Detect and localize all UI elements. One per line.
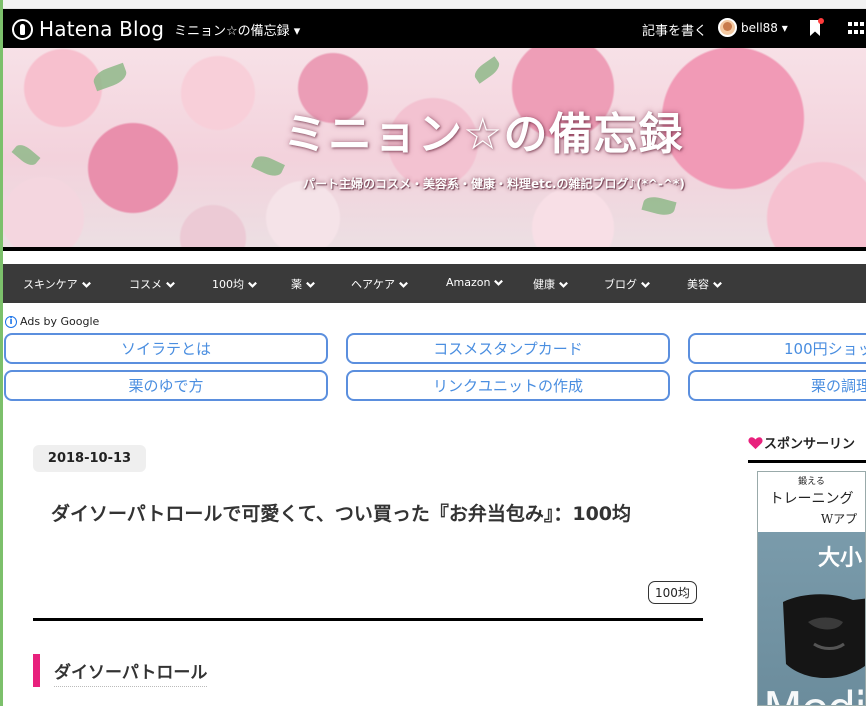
ad-link-soy-latte[interactable]: ソイラテとは (4, 333, 328, 364)
heart-icon (748, 436, 763, 449)
chevron-down-icon (494, 279, 504, 286)
nav-item-blog[interactable]: ブログ (604, 276, 651, 292)
apps-grid-icon[interactable] (848, 22, 866, 36)
ad-text-line2: トレーニング (769, 491, 854, 507)
nav-item-label: 健康 (533, 278, 555, 291)
nav-item-haircare[interactable]: ヘアケア (351, 276, 409, 292)
hatena-logo-text: Hatena Blog (39, 17, 165, 41)
ad-banner-image: 大小 Medi (758, 532, 865, 705)
ad-brand-text: Medi (763, 682, 865, 705)
sidebar-heading-divider (748, 460, 866, 463)
blog-header-banner: ミニョン☆の備忘録 パート主婦のコスメ・美容系・健康・料理etc.の雑記ブログ♪… (3, 48, 866, 248)
chevron-down-icon (248, 281, 257, 288)
ads-label-text: Ads by Google (20, 315, 100, 328)
chevron-down-icon (559, 281, 568, 288)
sidebar-sponsor-heading: スポンサーリン (748, 433, 855, 452)
article-title[interactable]: ダイソーパトロールで可愛くて、つい買った『お弁当包み』：100均 (51, 500, 681, 529)
ad-link-link-unit[interactable]: リンクユニットの作成 (346, 370, 670, 401)
leaf-decoration (471, 56, 503, 84)
nav-item-label: コスメ (129, 278, 162, 291)
ad-banner-header: 鍛える トレーニング Wアプ (758, 472, 865, 532)
nav-item-label: ブログ (604, 278, 637, 291)
hatena-blog-logo[interactable]: Hatena Blog (12, 17, 164, 41)
leaf-decoration (641, 194, 677, 218)
leaf-decoration (90, 62, 130, 92)
article-title-divider (33, 618, 703, 621)
ads-by-google-label[interactable]: i Ads by Google (5, 315, 99, 328)
ad-link-cosme-stamp-card[interactable]: コスメスタンプカード (346, 333, 670, 364)
chevron-down-icon (641, 281, 650, 288)
sidebar-heading-text: スポンサーリン (764, 437, 856, 452)
nav-item-label: スキンケア (23, 278, 78, 291)
blog-title[interactable]: ミニョン☆の備忘録 (283, 98, 683, 162)
leaf-decoration (11, 141, 41, 169)
category-nav: スキンケア コスメ 100均 薬 ヘアケア Amazon 健康 ブログ 美容 (3, 264, 866, 303)
leaf-decoration (251, 152, 285, 180)
page: { "hatena_bar": { "logo_text": "Hatena B… (0, 0, 866, 706)
avatar (718, 18, 737, 37)
nav-item-100kin[interactable]: 100均 (212, 276, 258, 292)
nav-item-beauty[interactable]: 美容 (687, 276, 723, 292)
write-article-link[interactable]: 記事を書く (642, 20, 707, 39)
nav-item-label: 100均 (212, 278, 244, 291)
ad-text-line1: 鍛える (798, 477, 825, 487)
notification-badge (818, 18, 824, 24)
chevron-down-icon (306, 281, 315, 288)
ad-link-chestnut-boiling[interactable]: 栗のゆで方 (4, 370, 328, 401)
blog-description: パート主婦のコスメ・美容系・健康・料理etc.の雑記ブログ♪(*^-^*) (303, 177, 685, 191)
chevron-down-icon (399, 281, 408, 288)
ad-link-100yen-shop[interactable]: 100円ショッ (688, 333, 866, 364)
ad-link-chestnut-cooking[interactable]: 栗の調理 (688, 370, 866, 401)
header-divider (3, 247, 866, 251)
nav-item-label: 薬 (291, 278, 302, 291)
ad-text-large: 大小 (818, 546, 863, 571)
nav-item-medicine[interactable]: 薬 (291, 276, 316, 292)
category-tag[interactable]: 100均 (648, 581, 697, 604)
face-mask-product-image (783, 594, 865, 678)
article-date[interactable]: 2018-10-13 (33, 445, 146, 472)
chevron-down-icon (81, 281, 91, 288)
info-icon: i (5, 315, 17, 328)
nav-item-label: ヘアケア (351, 278, 395, 291)
chevron-down-icon (713, 281, 722, 288)
section-heading: ダイソーパトロール (54, 658, 208, 687)
nav-item-health[interactable]: 健康 (533, 276, 569, 292)
nav-item-cosme[interactable]: コスメ (129, 276, 176, 292)
nav-item-amazon[interactable]: Amazon (446, 276, 504, 289)
nav-item-skincare[interactable]: スキンケア (23, 276, 92, 292)
section-heading-accent (33, 654, 40, 687)
ad-text-line3: Wアプ (820, 512, 858, 526)
blog-switcher-dropdown[interactable]: ミニョン☆の備忘録 ▾ (174, 20, 300, 39)
hatena-logo-icon (12, 18, 33, 40)
username: bell88 ▾ (741, 20, 788, 35)
sidebar-ad-banner[interactable]: 鍛える トレーニング Wアプ 大小 Medi (757, 471, 866, 706)
nav-item-label: Amazon (446, 276, 491, 289)
nav-item-label: 美容 (687, 278, 709, 291)
hatena-global-bar: Hatena Blog ミニョン☆の備忘録 ▾ 記事を書く bell88 ▾ (3, 9, 866, 48)
chevron-down-icon (166, 281, 175, 288)
user-menu[interactable]: bell88 ▾ (718, 18, 788, 37)
browser-chrome-edge (3, 0, 866, 9)
